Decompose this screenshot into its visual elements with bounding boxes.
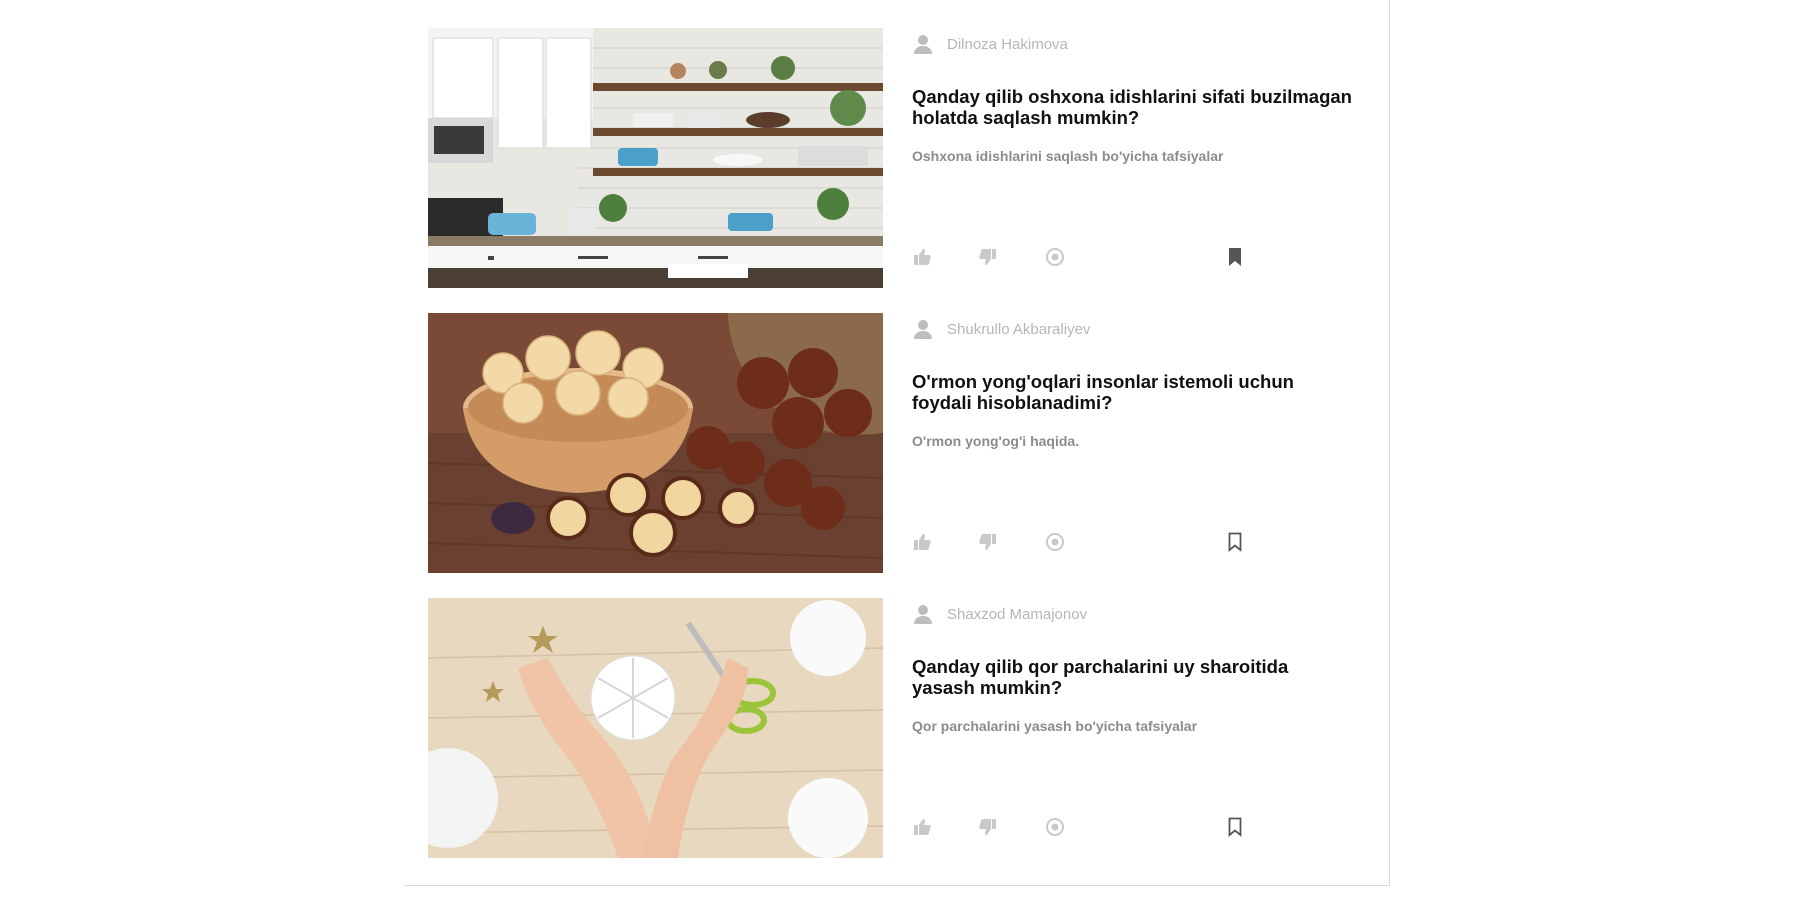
post-description: Qor parchalarini yasash bo'yicha tafsiya… [912,718,1198,734]
post-author[interactable]: Shukrullo Akbaraliyev [912,317,1090,341]
post-image-nuts[interactable] [428,313,883,573]
thumbs-down-icon[interactable] [978,247,998,267]
post-card[interactable]: Shaxzod Mamajonov Qanday qilib qor parch… [428,598,1368,858]
post-info: Shukrullo Akbaraliyev O'rmon yong'oqlari… [912,313,1352,573]
thumbs-up-icon[interactable] [912,817,932,837]
bookmark-icon[interactable] [1225,247,1245,267]
kitchen-shelves-photo [428,28,883,288]
post-author[interactable]: Shaxzod Mamajonov [912,602,1087,626]
post-actions [912,247,1252,269]
post-info: Shaxzod Mamajonov Qanday qilib qor parch… [912,598,1352,858]
eye-icon[interactable] [1045,247,1065,267]
post-card[interactable]: Shukrullo Akbaraliyev O'rmon yong'oqlari… [428,313,1368,573]
post-description: O'rmon yong'og'i haqida. [912,433,1080,449]
post-feed: Dilnoza Hakimova Qanday qilib oshxona id… [405,0,1390,886]
post-info: Dilnoza Hakimova Qanday qilib oshxona id… [912,28,1352,288]
macadamia-nuts-photo [428,313,883,573]
user-icon [912,318,934,340]
bookmark-icon[interactable] [1225,532,1245,552]
user-icon [912,603,934,625]
post-description: Oshxona idishlarini saqlash bo'yicha taf… [912,148,1224,164]
eye-icon[interactable] [1045,817,1065,837]
thumbs-up-icon[interactable] [912,532,932,552]
thumbs-up-icon[interactable] [912,247,932,267]
post-title[interactable]: O'rmon yong'oqlari insonlar istemoli uch… [912,371,1352,413]
post-author[interactable]: Dilnoza Hakimova [912,32,1068,56]
user-icon [912,33,934,55]
post-actions [912,817,1252,839]
post-card[interactable]: Dilnoza Hakimova Qanday qilib oshxona id… [428,28,1368,288]
author-name: Shaxzod Mamajonov [947,605,1088,623]
post-image-snowflake[interactable] [428,598,883,858]
post-title[interactable]: Qanday qilib oshxona idishlarini sifati … [912,86,1352,128]
post-image-kitchen[interactable] [428,28,883,288]
post-actions [912,532,1252,554]
thumbs-down-icon[interactable] [978,532,998,552]
paper-snowflake-photo [428,598,883,858]
author-name: Dilnoza Hakimova [947,35,1068,53]
eye-icon[interactable] [1045,532,1065,552]
bookmark-icon[interactable] [1225,817,1245,837]
thumbs-down-icon[interactable] [978,817,998,837]
post-title[interactable]: Qanday qilib qor parchalarini uy sharoit… [912,656,1352,698]
author-name: Shukrullo Akbaraliyev [947,320,1091,338]
